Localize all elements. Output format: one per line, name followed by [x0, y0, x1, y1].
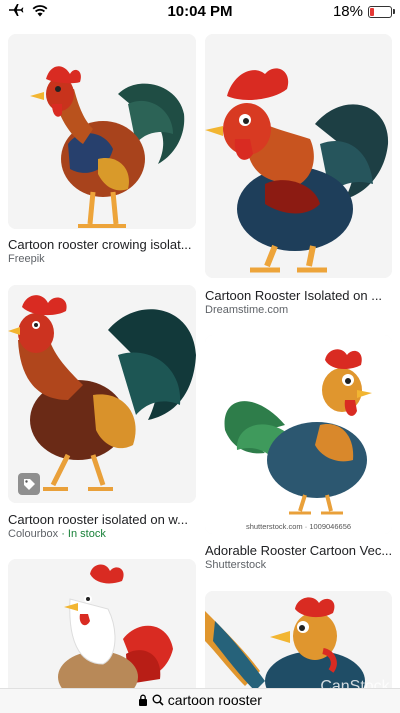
- result-thumbnail[interactable]: [8, 34, 196, 229]
- rooster-image: [8, 285, 196, 503]
- result-thumbnail[interactable]: shutterstock.com · 1009046656: [205, 335, 392, 534]
- battery-level-fill: [370, 7, 374, 16]
- lock-icon: [139, 694, 148, 706]
- image-result-4[interactable]: shutterstock.com · 1009046656 Adorable R…: [205, 335, 392, 575]
- result-title[interactable]: Cartoon rooster isolated on w...: [8, 512, 188, 527]
- result-source[interactable]: Colourbox · In stock: [8, 528, 106, 540]
- image-result-5[interactable]: [8, 559, 196, 699]
- rooster-image: [205, 34, 392, 278]
- result-thumbnail[interactable]: [8, 285, 196, 503]
- watermark-text: shutterstock.com · 1009046656: [246, 522, 351, 531]
- rooster-image: [8, 34, 196, 229]
- shopping-tag-icon: [18, 473, 40, 495]
- source-name: Colourbox: [8, 528, 59, 540]
- battery-percent: 18%: [332, 3, 363, 20]
- image-result-2[interactable]: Cartoon Rooster Isolated on ... Dreamsti…: [205, 34, 392, 316]
- search-icon: [152, 694, 164, 706]
- stock-status: · In stock: [58, 528, 106, 540]
- result-source[interactable]: Shutterstock: [205, 559, 266, 571]
- status-bar: 10:04 PM 18%: [0, 0, 400, 24]
- result-title[interactable]: Cartoon rooster crowing isolat...: [8, 237, 192, 252]
- image-result-1[interactable]: Cartoon rooster crowing isolat... Freepi…: [8, 34, 196, 265]
- rooster-image: [8, 559, 196, 699]
- result-thumbnail[interactable]: [205, 34, 392, 278]
- address-query[interactable]: cartoon rooster: [168, 692, 262, 708]
- result-title[interactable]: Cartoon Rooster Isolated on ...: [205, 288, 382, 303]
- result-source[interactable]: Dreamstime.com: [205, 304, 288, 316]
- result-title[interactable]: Adorable Rooster Cartoon Vec...: [205, 543, 392, 558]
- result-thumbnail[interactable]: [8, 559, 196, 699]
- rooster-image: CanStock: [205, 591, 392, 701]
- image-result-6[interactable]: CanStock: [205, 591, 392, 701]
- result-source[interactable]: Freepik: [8, 253, 45, 265]
- battery-icon: [368, 5, 395, 18]
- address-bar[interactable]: cartoon rooster: [0, 688, 400, 713]
- rooster-image: shutterstock.com · 1009046656: [205, 335, 392, 534]
- image-result-3[interactable]: Cartoon rooster isolated on w... Colourb…: [8, 285, 196, 540]
- result-thumbnail[interactable]: CanStock: [205, 591, 392, 701]
